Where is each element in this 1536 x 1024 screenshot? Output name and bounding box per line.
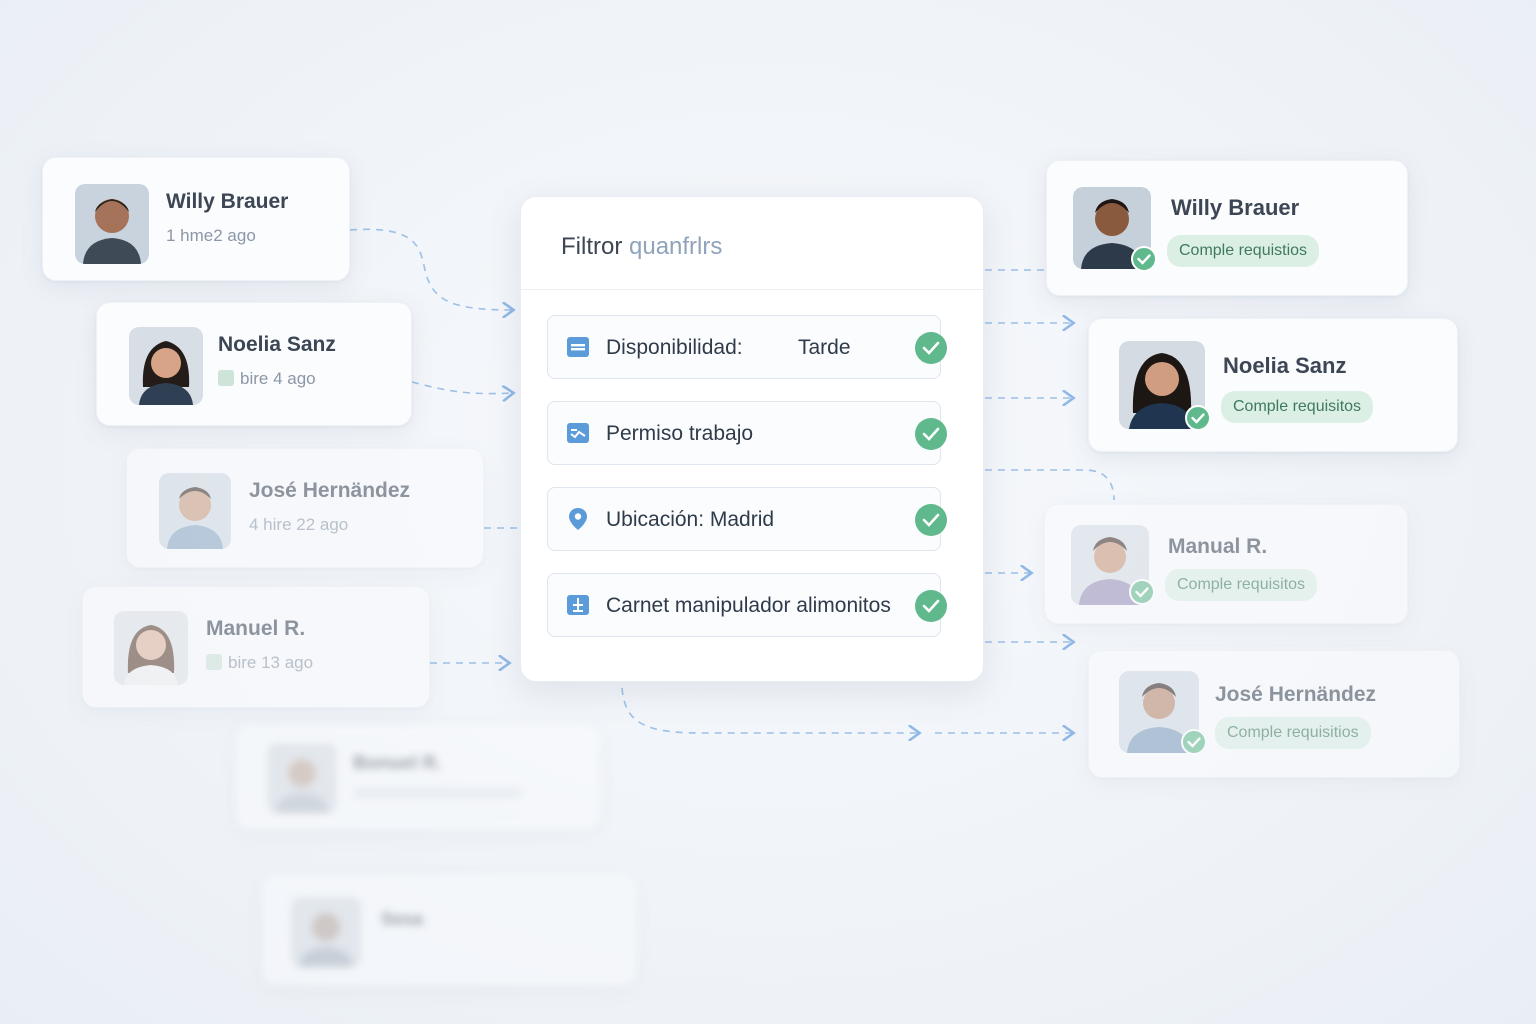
status-badge: Comple requisitos — [1165, 569, 1318, 601]
criterion-label: Permiso trabajo — [606, 422, 754, 445]
avatar — [291, 897, 361, 967]
criterion-label: Ubicación: Madrid — [606, 508, 775, 531]
verified-check-icon — [1181, 729, 1207, 755]
criterion-value: Tarde — [798, 336, 851, 359]
candidate-name: Noelia Sanz — [218, 333, 336, 356]
certificate-icon — [567, 595, 589, 615]
candidate-time — [353, 787, 523, 799]
status-icon — [218, 370, 234, 386]
candidate-name: Manual R. — [1168, 535, 1268, 558]
status-icon — [206, 654, 222, 670]
check-icon — [915, 504, 947, 536]
calendar-icon — [567, 337, 589, 357]
verified-check-icon — [1129, 579, 1155, 605]
work-permit-icon — [567, 423, 589, 443]
incoming-candidate-card[interactable]: José Hernändez 4 hire 22 ago — [126, 448, 484, 568]
criterion-availability[interactable]: Disponibilidad: Tarde — [547, 315, 947, 379]
avatar — [159, 473, 231, 549]
incoming-candidate-card[interactable]: Bonuel R. — [236, 724, 600, 830]
avatar — [267, 743, 337, 813]
candidate-name: Willy Brauer — [1171, 195, 1300, 220]
criterion-location[interactable]: Ubicación: Madrid — [547, 487, 947, 551]
criterion-label: Carnet manipulador alimonitos — [606, 594, 891, 617]
candidate-time: 1 hme2 ago — [166, 226, 256, 245]
candidate-name: Noelia Sanz — [1223, 353, 1347, 378]
avatar — [75, 184, 149, 264]
matched-candidate-card[interactable]: Willy Brauer Comple requistios — [1046, 160, 1408, 296]
status-badge: Comple requistios — [1167, 235, 1320, 267]
verified-check-icon — [1131, 246, 1157, 272]
candidate-name: José Hernändez — [249, 479, 411, 502]
filter-panel: Filtror quanfrlrs Disponibilidad: Tarde … — [520, 196, 984, 682]
matched-candidate-card[interactable]: Noelia Sanz Comple requisitos — [1088, 318, 1458, 452]
candidate-name: Sesa — [381, 909, 424, 929]
criterion-work-permit[interactable]: Permiso trabajo — [547, 401, 947, 465]
candidate-time: 4 hire 22 ago — [249, 515, 349, 534]
incoming-candidate-card[interactable]: Willy Brauer 1 hme2 ago — [42, 157, 350, 281]
filter-panel-title: Filtror quanfrlrs — [561, 233, 723, 260]
matched-candidate-card[interactable]: José Hernändez Comple requisitios — [1088, 650, 1460, 778]
incoming-candidate-card[interactable]: Manuel R. bire 13 ago — [82, 586, 430, 708]
verified-check-icon — [1185, 405, 1211, 431]
criterion-food-handler-card[interactable]: Carnet manipulador alimonitos — [547, 573, 947, 637]
avatar — [129, 327, 203, 405]
candidate-name: Bonuel R. — [353, 753, 442, 774]
check-icon — [915, 332, 947, 364]
candidate-time: bire 4 ago — [218, 369, 316, 389]
status-badge: Comple requisitios — [1215, 717, 1371, 749]
candidate-name: Manuel R. — [206, 617, 306, 640]
check-icon — [915, 418, 947, 450]
check-icon — [915, 590, 947, 622]
avatar — [114, 611, 188, 685]
matched-candidate-card[interactable]: Manual R. Comple requisitos — [1044, 504, 1408, 624]
status-badge: Comple requisitos — [1221, 391, 1374, 423]
divider — [521, 289, 983, 290]
incoming-candidate-card[interactable]: Sesa — [262, 874, 636, 986]
criterion-label: Disponibilidad: — [606, 336, 743, 359]
candidate-time: bire 13 ago — [206, 653, 313, 673]
incoming-candidate-card[interactable]: Noelia Sanz bire 4 ago — [96, 302, 412, 426]
candidate-name: Willy Brauer — [166, 190, 289, 213]
location-pin-icon — [569, 508, 587, 530]
candidate-name: José Hernändez — [1215, 683, 1377, 706]
